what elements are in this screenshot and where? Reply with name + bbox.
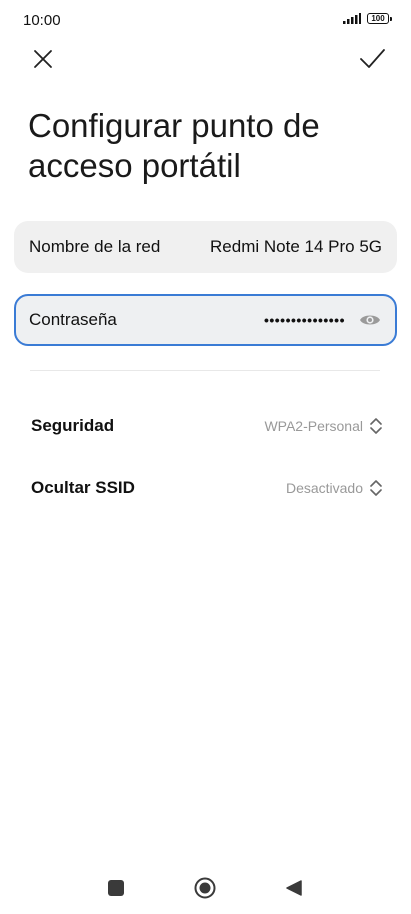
password-field[interactable]: Contraseña •••••••••••••••	[14, 294, 397, 346]
hide-ssid-label: Ocultar SSID	[31, 478, 135, 497]
eye-icon[interactable]	[359, 312, 381, 328]
divider	[30, 370, 380, 371]
status-time: 10:00	[23, 12, 61, 29]
page-title: Configurar punto de acceso portátil	[28, 107, 320, 184]
close-button[interactable]	[29, 45, 57, 73]
hide-ssid-value: Desactivado	[285, 480, 363, 496]
check-icon	[360, 49, 385, 68]
home-button[interactable]	[194, 877, 216, 899]
close-icon	[34, 50, 52, 68]
navigation-bar	[0, 868, 411, 908]
security-label: Seguridad	[31, 416, 115, 435]
password-label: Contraseña	[29, 310, 117, 329]
security-setting[interactable]: Seguridad WPA2-Personal	[31, 406, 383, 446]
security-value: WPA2-Personal	[264, 418, 363, 434]
chevron-updown-icon	[370, 480, 382, 496]
hotspot-config-screen: 10:00 100 Configurar punto de acceso por…	[0, 0, 411, 914]
status-icons: 100	[343, 13, 392, 24]
back-button[interactable]	[285, 879, 303, 897]
status-bar: 10:00 100	[0, 0, 411, 40]
signal-icon	[343, 13, 361, 24]
network-name-label: Nombre de la red	[29, 237, 161, 256]
network-name-field[interactable]: Nombre de la red Redmi Note 14 Pro 5G	[14, 221, 397, 273]
password-value[interactable]: •••••••••••••••	[264, 312, 345, 328]
battery-icon: 100	[367, 13, 392, 24]
network-name-value[interactable]: Redmi Note 14 Pro 5G	[210, 237, 382, 257]
chevron-updown-icon	[370, 418, 382, 434]
confirm-button[interactable]	[357, 45, 387, 73]
hide-ssid-setting[interactable]: Ocultar SSID Desactivado	[31, 468, 383, 508]
recent-apps-button[interactable]	[108, 880, 124, 896]
